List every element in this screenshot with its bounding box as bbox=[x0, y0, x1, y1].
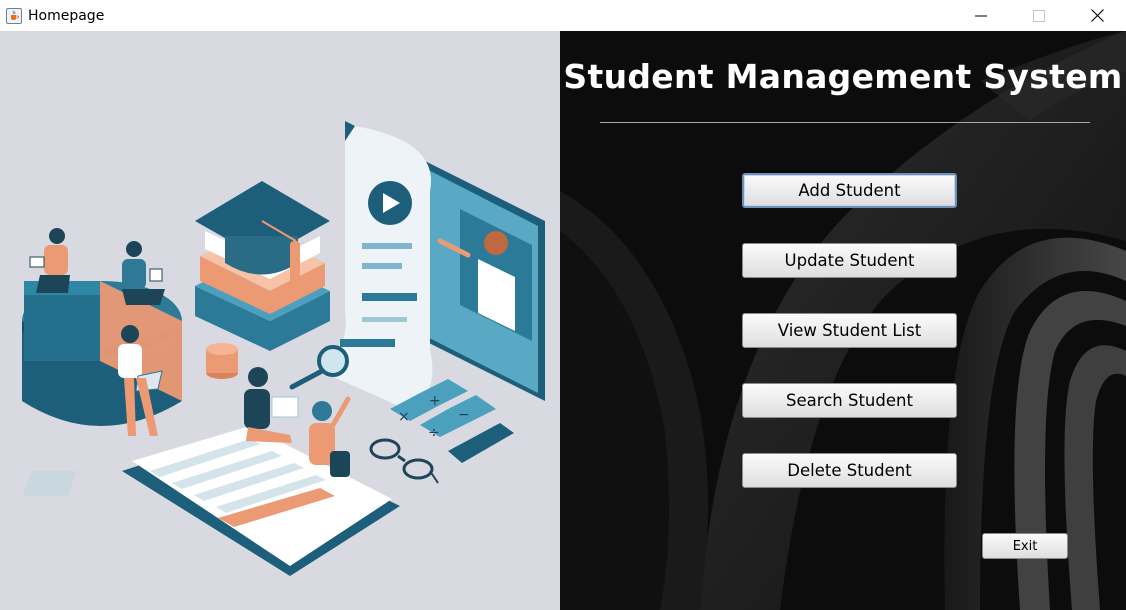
open-book bbox=[22, 426, 400, 576]
title-divider bbox=[600, 122, 1090, 123]
illustration-panel: × + ÷ − bbox=[0, 31, 560, 610]
delete-student-button[interactable]: Delete Student bbox=[742, 453, 957, 488]
maximize-icon bbox=[1033, 9, 1045, 22]
glasses bbox=[369, 438, 439, 484]
minimize-button[interactable] bbox=[952, 0, 1010, 31]
app-title: Student Management System bbox=[563, 57, 1123, 96]
svg-text:×: × bbox=[398, 409, 410, 425]
window-content: × + ÷ − Student Management System Add St… bbox=[0, 31, 1126, 610]
update-student-button[interactable]: Update Student bbox=[742, 243, 957, 278]
person-reading bbox=[122, 241, 165, 305]
homepage-window: Homepage × + ÷ − Student Management Syst… bbox=[0, 0, 1126, 610]
maximize-button[interactable] bbox=[1010, 0, 1068, 31]
svg-text:+: + bbox=[429, 393, 441, 409]
java-cup-icon bbox=[6, 7, 22, 24]
education-illustration: × + ÷ − bbox=[22, 121, 545, 576]
books-graduation-cap bbox=[195, 181, 330, 351]
close-button[interactable] bbox=[1068, 0, 1126, 31]
title-bar: Homepage bbox=[0, 0, 1126, 31]
coin-stack bbox=[206, 343, 238, 379]
svg-text:÷: ÷ bbox=[428, 425, 440, 441]
minimize-icon bbox=[975, 15, 987, 16]
search-student-button[interactable]: Search Student bbox=[742, 383, 957, 418]
magnifier bbox=[289, 345, 349, 390]
view-student-list-button[interactable]: View Student List bbox=[742, 313, 957, 348]
close-icon bbox=[1090, 9, 1104, 22]
window-title: Homepage bbox=[28, 7, 105, 24]
svg-text:−: − bbox=[458, 407, 470, 423]
person-sitting bbox=[244, 367, 299, 443]
exit-button[interactable]: Exit bbox=[982, 533, 1068, 559]
add-student-button[interactable]: Add Student bbox=[742, 173, 957, 208]
main-menu-panel: Student Management System Add Student Up… bbox=[560, 31, 1126, 610]
